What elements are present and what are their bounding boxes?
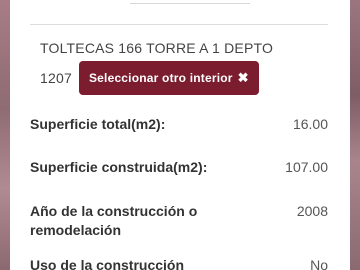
- property-info-panel: TOLTECAS 166 TORRE A 1 DEPTO 1207 Selecc…: [10, 0, 350, 270]
- address-line-2: 1207: [40, 70, 72, 86]
- property-address: TOLTECAS 166 TORRE A 1 DEPTO 1207 Selecc…: [40, 35, 330, 95]
- detail-label: Superficie total(m2):: [30, 116, 166, 132]
- detail-value: No: [310, 257, 328, 270]
- select-other-interior-label: Seleccionar otro interior: [88, 71, 233, 85]
- detail-value: 16.00: [292, 116, 328, 132]
- background-left: [0, 0, 10, 270]
- address-line-1: TOLTECAS 166 TORRE A 1 DEPTO: [40, 40, 274, 56]
- header-tab: [130, 0, 250, 4]
- detail-row-total-area: Superficie total(m2): 16.00: [30, 115, 328, 134]
- detail-label: Año de la construcción o remodelación: [30, 203, 198, 238]
- close-icon: ✖: [237, 70, 249, 85]
- background-right: [350, 0, 360, 270]
- select-other-interior-button[interactable]: Seleccionar otro interior ✖: [78, 61, 259, 95]
- detail-value: 107.00: [285, 159, 328, 175]
- detail-label: Uso de la construcción: [30, 257, 185, 270]
- detail-label: Superficie construida(m2):: [30, 159, 208, 175]
- divider: [30, 24, 328, 25]
- detail-row-construction-use: Uso de la construcción No: [30, 256, 328, 270]
- detail-value: 2008: [296, 203, 328, 219]
- detail-row-built-area: Superficie construida(m2): 107.00: [30, 158, 328, 177]
- detail-row-construction-year: Año de la construcción o remodelación 20…: [30, 202, 328, 240]
